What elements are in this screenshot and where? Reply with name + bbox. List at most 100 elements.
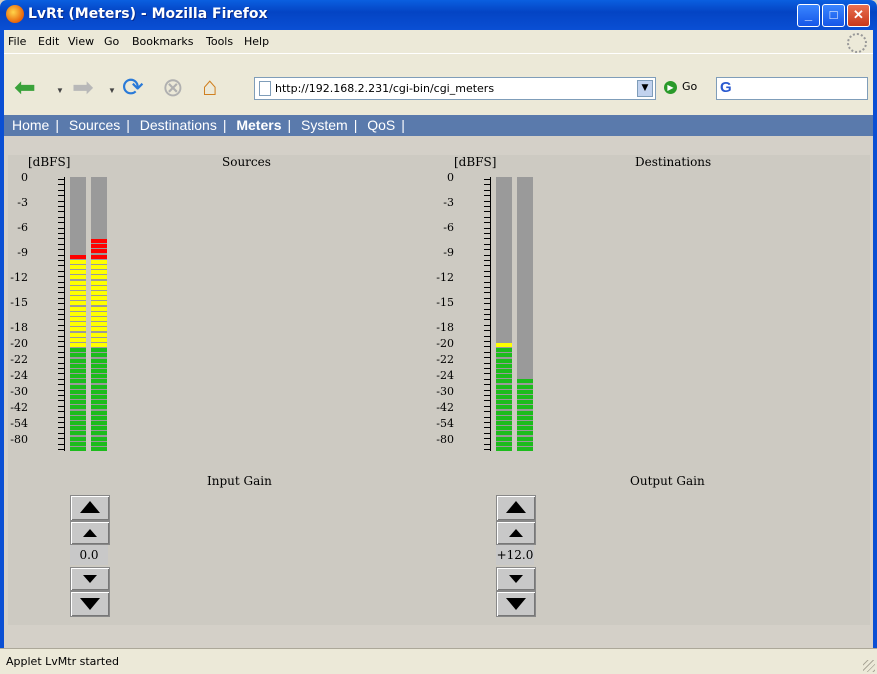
stop-icon[interactable]: ⊗ xyxy=(162,72,184,102)
menu-view[interactable]: View xyxy=(68,35,94,48)
meter-segment xyxy=(517,312,533,316)
reload-icon[interactable]: ⟳ xyxy=(122,72,144,102)
meter-segment xyxy=(70,426,86,430)
meter-segment xyxy=(91,338,107,342)
maximize-button[interactable]: □ xyxy=(822,4,845,27)
destinations-unit-label: [dBFS] xyxy=(454,155,497,169)
destinations-tick-mark xyxy=(484,341,490,342)
minimize-button[interactable]: _ xyxy=(797,4,820,27)
meter-segment xyxy=(496,338,512,342)
home-icon[interactable]: ⌂ xyxy=(202,71,218,101)
destinations-tick-mark xyxy=(484,238,490,239)
back-icon[interactable]: ⬅ xyxy=(14,72,36,102)
site-nav: Home | Sources | Destinations | Meters | Sys… xyxy=(4,115,873,136)
destinations-tick-label: -6 xyxy=(443,221,454,234)
meter-segment xyxy=(517,390,533,394)
menu-edit[interactable]: Edit xyxy=(38,35,59,48)
meter-segment xyxy=(91,265,107,269)
output-gain-up-large-button[interactable] xyxy=(496,495,536,521)
menu-file[interactable]: File xyxy=(8,35,26,48)
destinations-tick-mark xyxy=(484,411,490,412)
sources-tick-mark xyxy=(58,373,64,374)
meter-segment xyxy=(91,416,107,420)
meter-segment xyxy=(91,385,107,389)
menu-help[interactable]: Help xyxy=(244,35,269,48)
meter-segment xyxy=(496,379,512,383)
nav-home[interactable]: Home xyxy=(12,117,49,133)
menu-bookmarks[interactable]: Bookmarks xyxy=(132,35,193,48)
menu-tools[interactable]: Tools xyxy=(206,35,233,48)
url-text[interactable]: http://192.168.2.231/cgi-bin/cgi_meters xyxy=(275,82,494,95)
go-button[interactable]: ▶ Go xyxy=(664,80,697,94)
sources-tick-label: -6 xyxy=(17,221,28,234)
sources-tick-mark xyxy=(58,422,64,423)
destinations-tick-mark xyxy=(484,363,490,364)
nav-sources[interactable]: Sources xyxy=(69,117,120,133)
nav-destinations[interactable]: Destinations xyxy=(140,117,217,133)
meter-segment xyxy=(70,312,86,316)
forward-icon[interactable]: ➡ xyxy=(72,72,94,102)
meter-segment xyxy=(91,234,107,238)
meter-segment xyxy=(517,239,533,243)
menu-go[interactable]: Go xyxy=(104,35,119,48)
meter-segment xyxy=(70,379,86,383)
destinations-tick-label: -24 xyxy=(436,369,454,382)
meter-segment xyxy=(70,421,86,425)
meter-segment xyxy=(517,327,533,331)
input-gain-up-small-button[interactable] xyxy=(70,521,110,545)
back-dropdown-icon[interactable]: ▼ xyxy=(56,86,64,95)
forward-dropdown-icon[interactable]: ▼ xyxy=(108,86,116,95)
meter-segment xyxy=(517,364,533,368)
meter-segment xyxy=(517,197,533,201)
input-gain-down-large-button[interactable] xyxy=(70,591,110,617)
sources-unit-label: [dBFS] xyxy=(28,155,71,169)
output-gain-down-large-button[interactable] xyxy=(496,591,536,617)
meter-segment xyxy=(91,390,107,394)
nav-meters[interactable]: Meters xyxy=(236,117,281,133)
output-gain-up-small-button[interactable] xyxy=(496,521,536,545)
url-dropdown-icon[interactable]: ▼ xyxy=(637,80,653,97)
search-box[interactable]: G xyxy=(716,77,868,100)
title-bar[interactable]: LvRt (Meters) - Mozilla Firefox _ □ ✕ xyxy=(0,0,877,30)
meter-segment xyxy=(70,322,86,326)
sources-tick-label: -12 xyxy=(10,271,28,284)
destinations-tick-mark xyxy=(484,260,490,261)
meter-segment xyxy=(70,234,86,238)
meter-segment xyxy=(91,327,107,331)
meter-segment xyxy=(517,286,533,290)
meter-segment xyxy=(91,239,107,243)
meter-segment xyxy=(70,301,86,305)
output-gain-down-small-button[interactable] xyxy=(496,567,536,591)
url-bar[interactable]: http://192.168.2.231/cgi-bin/cgi_meters … xyxy=(254,77,656,100)
meter-segment xyxy=(496,442,512,446)
meter-segment xyxy=(70,255,86,259)
nav-system[interactable]: System xyxy=(301,117,348,133)
navigation-toolbar: ⬅ ▼ ➡ ▼ ⟳ ⊗ ⌂ http://192.168.2.231/cgi-b… xyxy=(4,53,873,117)
meter-segment xyxy=(496,359,512,363)
meter-segment xyxy=(496,260,512,264)
destinations-tick-mark xyxy=(484,233,490,234)
input-gain-down-small-button[interactable] xyxy=(70,567,110,591)
sources-tick-mark xyxy=(58,298,64,299)
sources-tick-label: -18 xyxy=(10,321,28,334)
meter-segment xyxy=(70,447,86,451)
google-icon[interactable]: G xyxy=(720,79,732,96)
destinations-tick-label: 0 xyxy=(447,171,454,184)
meter-segment xyxy=(496,317,512,321)
meter-segment xyxy=(496,333,512,337)
input-gain-up-large-button[interactable] xyxy=(70,495,110,521)
resize-grip-icon[interactable] xyxy=(863,660,875,672)
window-frame-right xyxy=(873,30,877,648)
meter-segment xyxy=(70,369,86,373)
nav-qos[interactable]: QoS xyxy=(367,117,395,133)
close-button[interactable]: ✕ xyxy=(847,4,870,27)
destinations-tick-mark xyxy=(484,357,490,358)
meter-segment xyxy=(496,395,512,399)
meter-segment xyxy=(70,405,86,409)
meter-segment xyxy=(91,364,107,368)
meter-segment xyxy=(517,218,533,222)
meter-segment xyxy=(91,307,107,311)
sources-tick-mark xyxy=(58,265,64,266)
meter-segment xyxy=(496,296,512,300)
up-arrow-icon xyxy=(80,501,100,513)
